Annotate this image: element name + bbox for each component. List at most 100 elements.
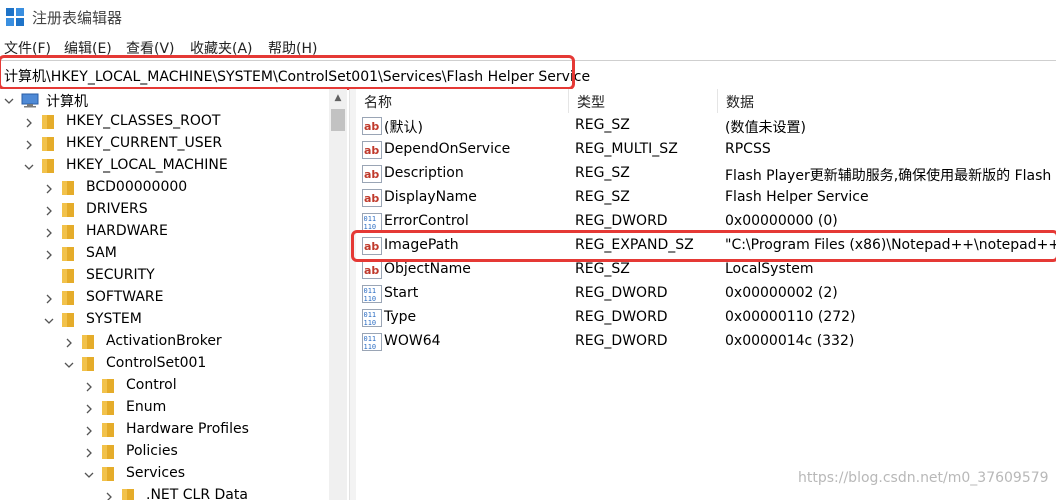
value-type: REG_MULTI_SZ bbox=[575, 141, 678, 157]
tree-item[interactable]: Policies bbox=[0, 441, 330, 463]
tree-item-label: HARDWARE bbox=[86, 223, 168, 239]
chevron-right-icon[interactable] bbox=[44, 226, 54, 238]
chevron-right-icon[interactable] bbox=[104, 490, 114, 500]
column-header-name[interactable]: 名称 bbox=[356, 89, 569, 113]
svg-text:ab: ab bbox=[364, 264, 379, 277]
binary-value-icon: 011 110 bbox=[362, 333, 382, 351]
folder-icon bbox=[61, 312, 75, 328]
tree-item[interactable]: Control bbox=[0, 375, 330, 397]
chevron-down-icon[interactable] bbox=[64, 358, 74, 368]
chevron-down-icon[interactable] bbox=[4, 94, 14, 104]
address-highlight-box bbox=[0, 55, 575, 90]
chevron-right-icon[interactable] bbox=[84, 380, 94, 392]
svg-text:110: 110 bbox=[364, 343, 377, 351]
column-header-data[interactable]: 数据 bbox=[718, 89, 1056, 113]
title-bar: 注册表编辑器 bbox=[0, 0, 1056, 34]
tree-item-label: SOFTWARE bbox=[86, 289, 164, 305]
folder-icon bbox=[101, 378, 115, 394]
folder-icon bbox=[61, 180, 75, 196]
value-name: Type bbox=[384, 309, 417, 325]
tree-item[interactable]: SYSTEM bbox=[0, 309, 330, 331]
tree-item[interactable]: SOFTWARE bbox=[0, 287, 330, 309]
value-data: 0x00000000 (0) bbox=[725, 213, 838, 229]
string-value-icon: ab bbox=[362, 117, 382, 135]
tree-item[interactable]: HKEY_CURRENT_USER bbox=[0, 133, 330, 155]
chevron-right-icon[interactable] bbox=[24, 116, 34, 128]
value-name: DependOnService bbox=[384, 141, 511, 157]
folder-icon bbox=[61, 202, 75, 218]
tree-item[interactable]: ControlSet001 bbox=[0, 353, 330, 375]
tree-item-label: HKEY_LOCAL_MACHINE bbox=[66, 157, 228, 173]
value-name: Description bbox=[384, 165, 464, 181]
tree-item[interactable]: 计算机 bbox=[0, 89, 330, 111]
value-row[interactable]: ab (默认) REG_SZ (数值未设置) bbox=[356, 114, 1056, 138]
registry-editor-icon bbox=[6, 8, 24, 26]
tree-item[interactable]: HKEY_LOCAL_MACHINE bbox=[0, 155, 330, 177]
svg-text:011: 011 bbox=[364, 287, 377, 295]
tree-item[interactable]: DRIVERS bbox=[0, 199, 330, 221]
chevron-right-icon[interactable] bbox=[84, 402, 94, 414]
string-value-icon: ab bbox=[362, 141, 382, 159]
svg-text:110: 110 bbox=[364, 319, 377, 327]
tree-item-label: Policies bbox=[126, 443, 178, 459]
folder-icon bbox=[101, 422, 115, 438]
value-name: DisplayName bbox=[384, 189, 477, 205]
tree-item[interactable]: SECURITY bbox=[0, 265, 330, 287]
value-type: REG_DWORD bbox=[575, 333, 668, 349]
chevron-right-icon[interactable] bbox=[64, 336, 74, 348]
value-row[interactable]: ab Description REG_SZ Flash Player更新辅助服务,确保… bbox=[356, 162, 1056, 186]
folder-icon bbox=[101, 466, 115, 482]
tree-item-label: Enum bbox=[126, 399, 167, 415]
tree-item[interactable]: .NET CLR Data bbox=[0, 485, 330, 500]
tree-item-label: 计算机 bbox=[46, 94, 88, 110]
tree-item-label: Services bbox=[126, 465, 186, 481]
column-header-type[interactable]: 类型 bbox=[569, 89, 718, 113]
scroll-thumb[interactable] bbox=[331, 109, 345, 131]
tree-item[interactable]: HARDWARE bbox=[0, 221, 330, 243]
folder-icon bbox=[41, 114, 55, 130]
value-row[interactable]: 011 110 WOW64 REG_DWORD 0x0000014c (332) bbox=[356, 330, 1056, 354]
svg-text:ab: ab bbox=[364, 120, 379, 133]
chevron-right-icon[interactable] bbox=[44, 182, 54, 194]
tree-item[interactable]: HKEY_CLASSES_ROOT bbox=[0, 111, 330, 133]
folder-icon bbox=[61, 290, 75, 306]
svg-text:011: 011 bbox=[364, 311, 377, 319]
chevron-right-icon[interactable] bbox=[44, 248, 54, 260]
tree-item[interactable]: Services bbox=[0, 463, 330, 485]
value-row[interactable]: ab DependOnService REG_MULTI_SZ RPCSS bbox=[356, 138, 1056, 162]
tree-scrollbar[interactable]: ▲ bbox=[329, 89, 347, 500]
folder-icon bbox=[101, 400, 115, 416]
chevron-right-icon[interactable] bbox=[44, 292, 54, 304]
imagepath-highlight-box bbox=[351, 230, 1056, 262]
chevron-down-icon[interactable] bbox=[44, 314, 54, 324]
tree-pane[interactable]: 计算机 HKEY_CLASSES_ROOT HKEY_CURRENT_USER HKE… bbox=[0, 89, 347, 500]
tree-item[interactable]: SAM bbox=[0, 243, 330, 265]
binary-value-icon: 011 110 bbox=[362, 309, 382, 327]
chevron-right-icon[interactable] bbox=[24, 138, 34, 150]
chevron-right-icon[interactable] bbox=[44, 204, 54, 216]
chevron-down-icon[interactable] bbox=[24, 160, 34, 170]
tree-item-label: BCD00000000 bbox=[86, 179, 188, 195]
values-pane[interactable]: 名称 类型 数据 ab (默认) REG_SZ (数值未设置) ab DependOnSe… bbox=[356, 89, 1056, 500]
tree-item[interactable]: Enum bbox=[0, 397, 330, 419]
tree-item-label: .NET CLR Data bbox=[146, 487, 248, 500]
value-row[interactable]: 011 110 Type REG_DWORD 0x00000110 (272) bbox=[356, 306, 1056, 330]
tree-item-label: Control bbox=[126, 377, 177, 393]
value-type: REG_SZ bbox=[575, 117, 630, 133]
tree-item[interactable]: ActivationBroker bbox=[0, 331, 330, 353]
tree-item[interactable]: BCD00000000 bbox=[0, 177, 330, 199]
svg-text:011: 011 bbox=[364, 215, 377, 223]
value-row[interactable]: ab DisplayName REG_SZ Flash Helper Service bbox=[356, 186, 1056, 210]
folder-icon bbox=[121, 488, 135, 500]
tree-item-label: SYSTEM bbox=[86, 311, 142, 327]
tree-item-label: SAM bbox=[86, 245, 117, 261]
value-row[interactable]: 011 110 Start REG_DWORD 0x00000002 (2) bbox=[356, 282, 1056, 306]
chevron-down-icon[interactable] bbox=[84, 468, 94, 478]
tree-item[interactable]: Hardware Profiles bbox=[0, 419, 330, 441]
value-data: 0x00000110 (272) bbox=[725, 309, 856, 325]
chevron-right-icon[interactable] bbox=[84, 424, 94, 436]
value-type: REG_DWORD bbox=[575, 285, 668, 301]
scroll-up-icon[interactable]: ▲ bbox=[329, 89, 347, 107]
chevron-right-icon[interactable] bbox=[84, 446, 94, 458]
svg-text:ab: ab bbox=[364, 192, 379, 205]
